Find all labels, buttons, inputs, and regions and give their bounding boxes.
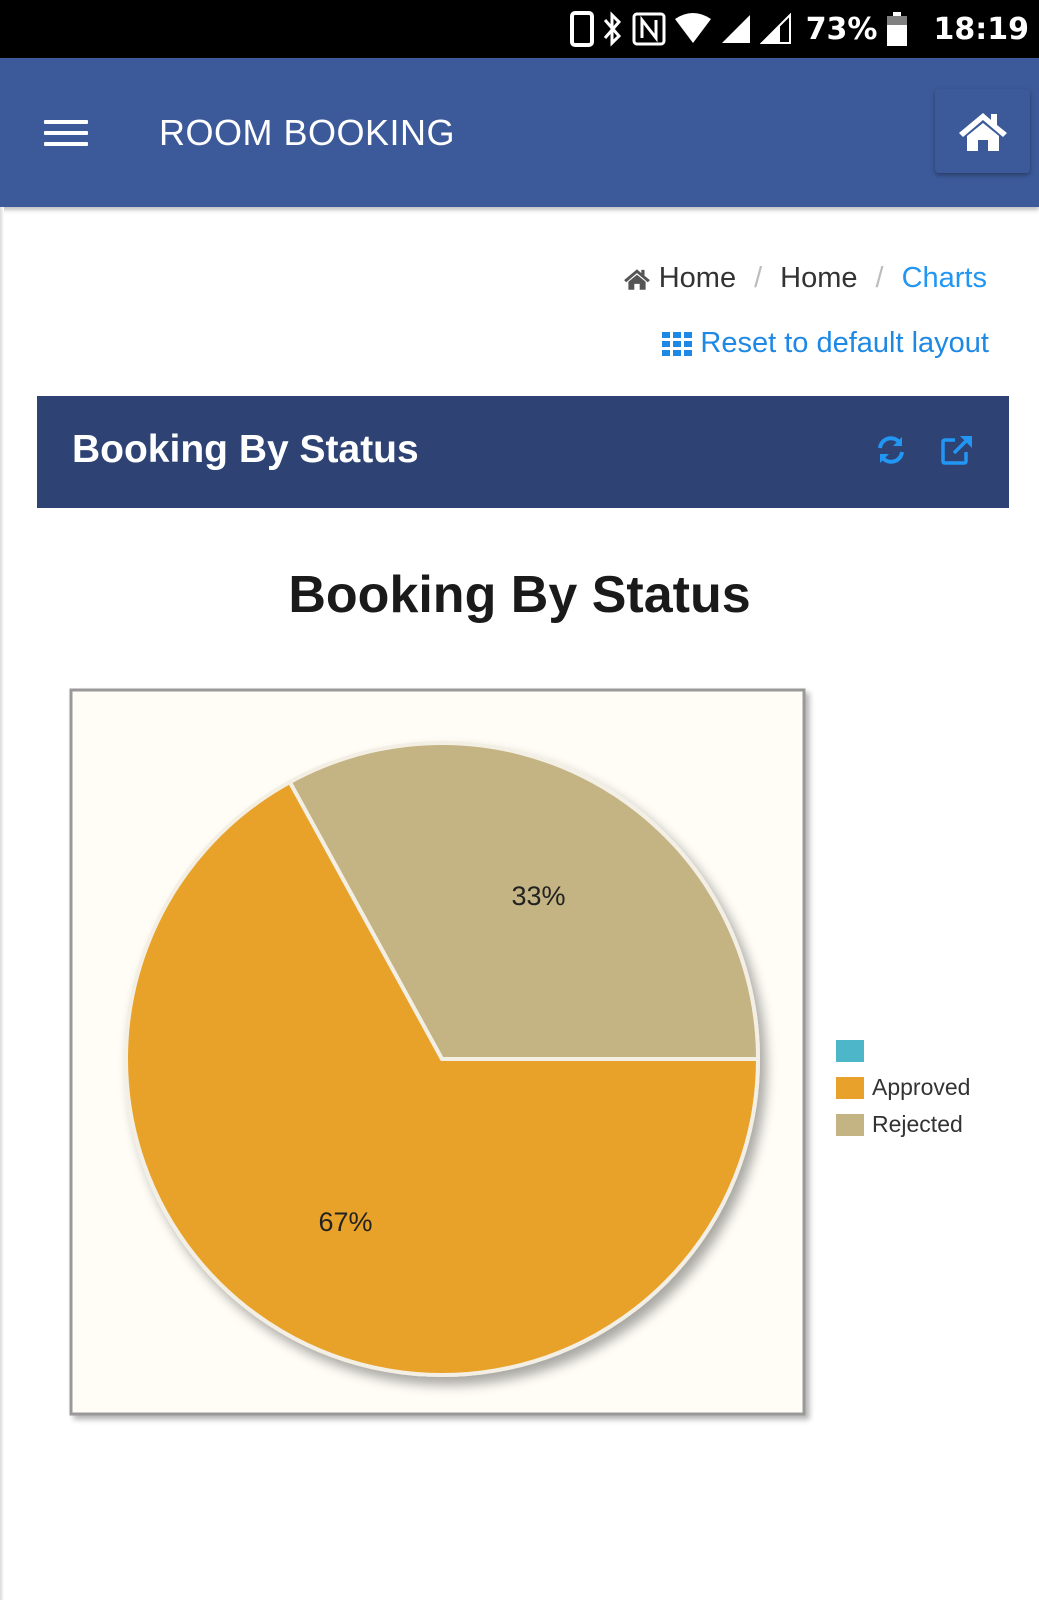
- pie-chart: 33% 67%: [69, 688, 806, 1416]
- pie-label-rejected: 33%: [511, 881, 565, 911]
- pie-label-approved: 67%: [318, 1207, 372, 1237]
- legend-item[interactable]: [836, 1032, 970, 1069]
- legend-swatch: [836, 1039, 864, 1062]
- legend-label: Approved: [872, 1074, 971, 1100]
- legend-item[interactable]: Rejected: [836, 1106, 970, 1143]
- legend-label: Rejected: [872, 1111, 963, 1137]
- legend-swatch: [836, 1076, 864, 1099]
- legend-swatch: [836, 1113, 864, 1136]
- chart-legend: Approved Rejected: [836, 1032, 970, 1143]
- legend-item[interactable]: Approved: [836, 1069, 970, 1106]
